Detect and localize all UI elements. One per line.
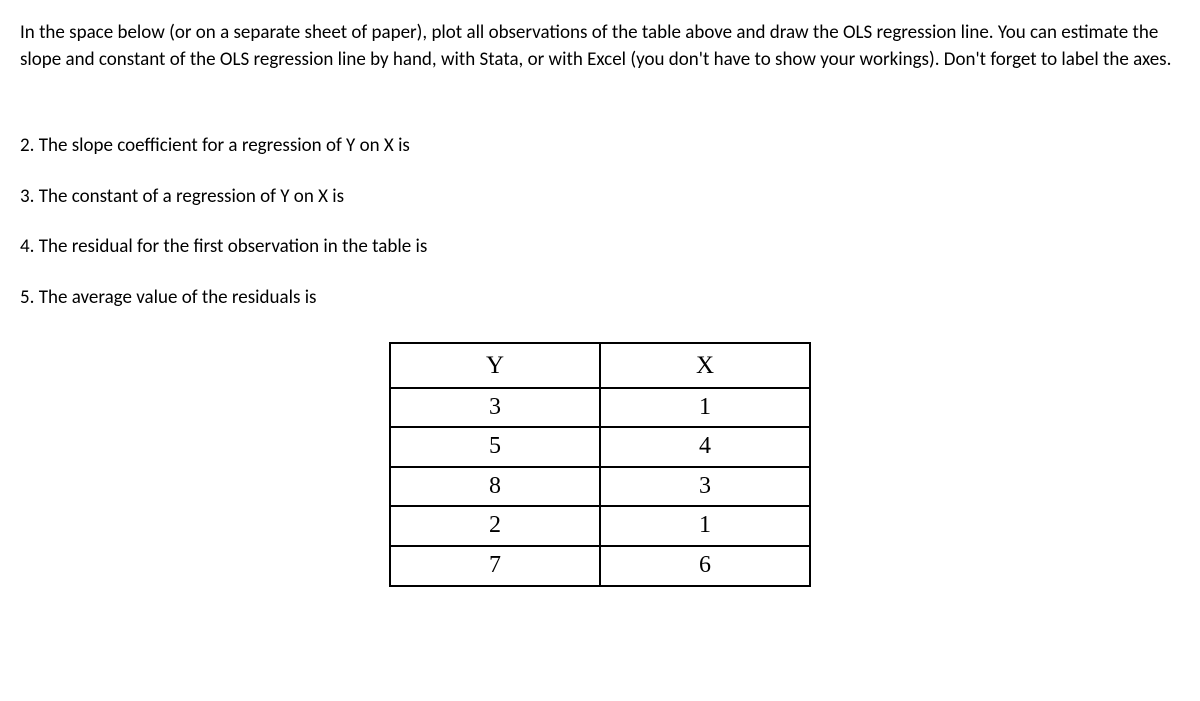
table-header-y: Y: [390, 343, 600, 388]
table-cell-x: 1: [600, 388, 810, 428]
intro-paragraph: In the space below (or on a separate she…: [20, 20, 1180, 73]
table-header-x: X: [600, 343, 810, 388]
table-cell-y: 2: [390, 506, 600, 546]
table-row: 7 6: [390, 546, 810, 586]
question-2: 2. The slope coefficient for a regressio…: [20, 133, 1180, 160]
table-cell-y: 5: [390, 427, 600, 467]
table-cell-y: 3: [390, 388, 600, 428]
table-cell-x: 6: [600, 546, 810, 586]
data-table: Y X 3 1 5 4 8 3 2 1 7 6: [389, 342, 811, 587]
question-4: 4. The residual for the first observatio…: [20, 234, 1180, 261]
table-cell-x: 4: [600, 427, 810, 467]
table-cell-x: 1: [600, 506, 810, 546]
table-cell-y: 8: [390, 467, 600, 507]
table-row: 2 1: [390, 506, 810, 546]
table-row: 8 3: [390, 467, 810, 507]
table-row: 5 4: [390, 427, 810, 467]
table-header-row: Y X: [390, 343, 810, 388]
question-3: 3. The constant of a regression of Y on …: [20, 184, 1180, 211]
table-row: 3 1: [390, 388, 810, 428]
data-table-container: Y X 3 1 5 4 8 3 2 1 7 6: [20, 342, 1180, 587]
question-5: 5. The average value of the residuals is: [20, 285, 1180, 312]
table-cell-y: 7: [390, 546, 600, 586]
table-cell-x: 3: [600, 467, 810, 507]
